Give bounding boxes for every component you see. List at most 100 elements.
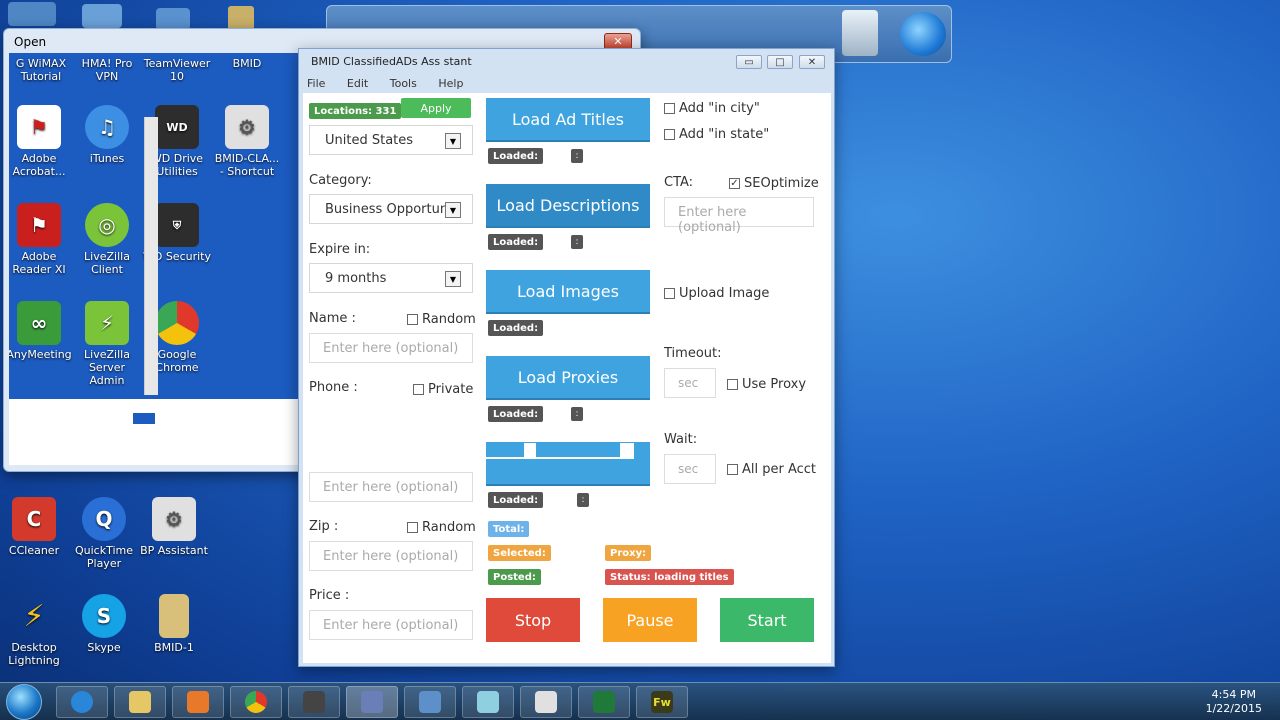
zip-input[interactable]: Enter here (optional) <box>309 541 473 571</box>
phone-private-checkbox[interactable]: Private <box>413 382 473 397</box>
anymeeting-icon: ∞ <box>17 301 61 345</box>
add-in-city-checkbox[interactable]: Add "in city" <box>664 101 760 116</box>
load-ad-titles-button[interactable]: Load Ad Titles <box>486 98 650 142</box>
menu-help[interactable]: Help <box>438 77 463 90</box>
upload-image-checkbox[interactable]: Upload Image <box>664 286 769 301</box>
open-dialog-selected-item[interactable] <box>133 413 155 424</box>
start-button[interactable]: Start <box>720 598 814 642</box>
desktop-icon-adobe-reader[interactable]: ⚑ Adobe Reader XI <box>9 203 75 276</box>
desktop-icon-top-3[interactable] <box>156 8 190 30</box>
desktop-icon-top-4[interactable] <box>228 6 254 30</box>
desktop-icon-g-wimax[interactable]: G WiMAX Tutorial <box>9 57 77 83</box>
all-per-acct-checkbox[interactable]: All per Acct <box>727 462 816 477</box>
cta-input[interactable]: Enter here (optional) <box>664 197 814 235</box>
stop-button[interactable]: Stop <box>486 598 580 642</box>
name-input[interactable]: Enter here (optional) <box>309 333 473 363</box>
posted-badge: Posted: <box>488 569 541 585</box>
system-tray-icons[interactable] <box>1090 695 1190 709</box>
timeout-label: Timeout: <box>664 346 722 361</box>
load-descriptions-button[interactable]: Load Descriptions <box>486 184 650 228</box>
taskbar-explorer[interactable] <box>114 686 166 718</box>
internet-explorer-icon[interactable] <box>900 12 946 56</box>
desktop-icon-itunes[interactable]: ♫ iTunes <box>71 105 143 165</box>
taskbar-fireworks[interactable]: Fw <box>636 686 688 718</box>
open-dialog-scrollbar[interactable] <box>144 117 158 395</box>
skype-icon: S <box>82 594 126 638</box>
folder-icon <box>159 594 189 638</box>
loaded-badge-accounts: Loaded: <box>488 492 544 508</box>
country-select[interactable]: United States ▼ <box>309 125 473 155</box>
taskbar-app-5[interactable] <box>288 686 340 718</box>
desktop-icon-hma-vpn[interactable]: HMA! Pro VPN <box>71 57 143 83</box>
minimize-button[interactable]: ▭ <box>736 55 762 69</box>
desktop-icon-top-2[interactable] <box>82 4 122 28</box>
timeout-input[interactable]: sec <box>664 368 716 398</box>
desktop-icon-label: Adobe Reader XI <box>12 250 66 276</box>
apply-button[interactable]: Apply <box>401 98 471 118</box>
system-clock[interactable]: 4:54 PM 1/22/2015 <box>1206 688 1262 716</box>
desktop-icon-teamviewer[interactable]: TeamViewer 10 <box>141 57 213 83</box>
taskbar-chrome[interactable] <box>230 686 282 718</box>
folder-icon <box>129 691 151 713</box>
app-icon <box>303 691 325 713</box>
load-proxies-button[interactable]: Load Proxies <box>486 356 650 400</box>
wait-label: Wait: <box>664 432 698 447</box>
name-random-checkbox[interactable]: Random <box>407 312 476 327</box>
desktop-icon-livezilla-server[interactable]: ⚡ LiveZilla Server Admin <box>71 301 143 387</box>
desktop-icon-adobe-acrobat[interactable]: ⚑ Adobe Acrobat... <box>9 105 75 178</box>
bmid-icon <box>535 691 557 713</box>
main-window-title: BMID ClassifiedADs Ass stant <box>311 55 472 68</box>
status-badge: Status: loading titles <box>605 569 734 585</box>
desktop-icon-livezilla-client[interactable]: ◎ LiveZilla Client <box>71 203 143 276</box>
desktop-icon-anymeeting[interactable]: ∞ AnyMeeting <box>9 301 75 361</box>
taskbar-ie[interactable] <box>56 686 108 718</box>
taskbar-bmid[interactable] <box>520 686 572 718</box>
zip-random-checkbox[interactable]: Random <box>407 520 476 535</box>
checkbox-box <box>664 103 675 114</box>
desktop-icon-ccleaner[interactable]: C CCleaner <box>0 497 70 557</box>
loaded-badge-descriptions: Loaded: <box>488 234 544 250</box>
checkbox-box <box>727 379 738 390</box>
desktop-icon-label: TeamViewer 10 <box>143 57 211 83</box>
close-button[interactable]: ✕ <box>799 55 825 69</box>
use-proxy-checkbox[interactable]: Use Proxy <box>727 377 806 392</box>
address-input[interactable]: Enter here (optional) <box>309 472 473 502</box>
taskbar-app-8[interactable] <box>462 686 514 718</box>
add-in-state-checkbox[interactable]: Add "in state" <box>664 127 769 142</box>
desktop-icon-label: Adobe Acrobat... <box>12 152 66 178</box>
app-icon <box>477 691 499 713</box>
desktop-icon-bp-assistant[interactable]: ⚙ BP Assistant <box>138 497 210 557</box>
recycle-bin-icon[interactable] <box>842 10 878 56</box>
taskbar-excel[interactable] <box>578 686 630 718</box>
wait-input[interactable]: sec <box>664 454 716 484</box>
desktop-icon-bmid[interactable]: BMID <box>211 57 283 70</box>
expire-select[interactable]: 9 months ▼ <box>309 263 473 293</box>
desktop-icon-quicktime[interactable]: Q QuickTime Player <box>68 497 140 570</box>
menu-edit[interactable]: Edit <box>347 77 368 90</box>
taskbar-media-player[interactable] <box>172 686 224 718</box>
checkbox-box <box>664 129 675 140</box>
desktop-icon-skype[interactable]: S Skype <box>68 594 140 654</box>
desktop-icon-desktop-lightning[interactable]: ⚡ Desktop Lightning <box>0 594 70 667</box>
desktop-icon-label: Desktop Lightning <box>8 641 60 667</box>
load-images-button[interactable]: Load Images <box>486 270 650 314</box>
price-input[interactable]: Enter here (optional) <box>309 610 473 640</box>
adobe-acrobat-icon: ⚑ <box>17 105 61 149</box>
desktop-icon-bmid-cla-shortcut[interactable]: ⚙ BMID-CLA... - Shortcut <box>211 105 283 178</box>
seoptimize-checkbox[interactable]: ✓ SEOptimize <box>729 176 819 191</box>
desktop-icon-top-1[interactable] <box>8 2 56 26</box>
start-button[interactable] <box>6 684 42 720</box>
excel-icon <box>593 691 615 713</box>
desktop-icon-bmid-1[interactable]: BMID-1 <box>138 594 210 654</box>
taskbar-app-6[interactable] <box>346 686 398 718</box>
checkbox-label: SEOptimize <box>744 176 819 191</box>
maximize-button[interactable]: □ <box>767 55 793 69</box>
checkbox-box: ✓ <box>729 178 740 189</box>
taskbar-app-7[interactable] <box>404 686 456 718</box>
menu-tools[interactable]: Tools <box>390 77 417 90</box>
pause-button[interactable]: Pause <box>603 598 697 642</box>
quicktime-icon: Q <box>82 497 126 541</box>
menu-file[interactable]: File <box>307 77 325 90</box>
category-select[interactable]: Business Opportuni ▼ <box>309 194 473 224</box>
mouse-cursor-icon <box>421 248 428 262</box>
